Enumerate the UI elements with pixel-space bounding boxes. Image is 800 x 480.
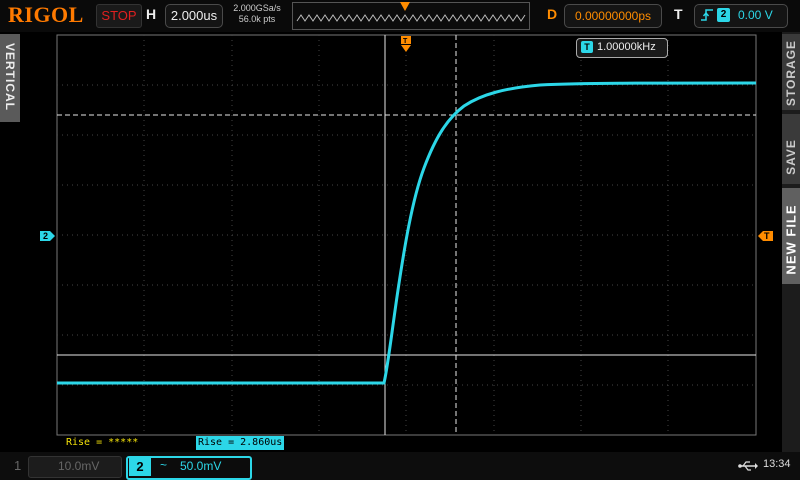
channel-2-coupling-icon: ~ [160,458,168,472]
trigger-level-marker-label: T [764,231,770,241]
measurement-rise-ch1: Rise = ***** [66,437,139,448]
usb-icon [738,461,758,471]
channel-1-scale: 10.0mV [58,459,100,473]
channel-1-number: 1 [14,458,22,473]
frequency-counter-value: 1.00000kHz [597,41,656,53]
frequency-trigger-badge: T [581,41,593,53]
measurement-rise-ch2: Rise = 2.860us [196,436,285,450]
channel-2-marker-label: 2 [43,231,48,241]
system-clock: 13:34 [763,458,791,470]
waveform-display[interactable]: 2 T T [0,0,800,452]
channel-2-number: 2 [129,458,151,476]
trigger-position-marker-label: T [403,38,408,45]
channel-2-scale: 50.0mV [180,459,222,473]
